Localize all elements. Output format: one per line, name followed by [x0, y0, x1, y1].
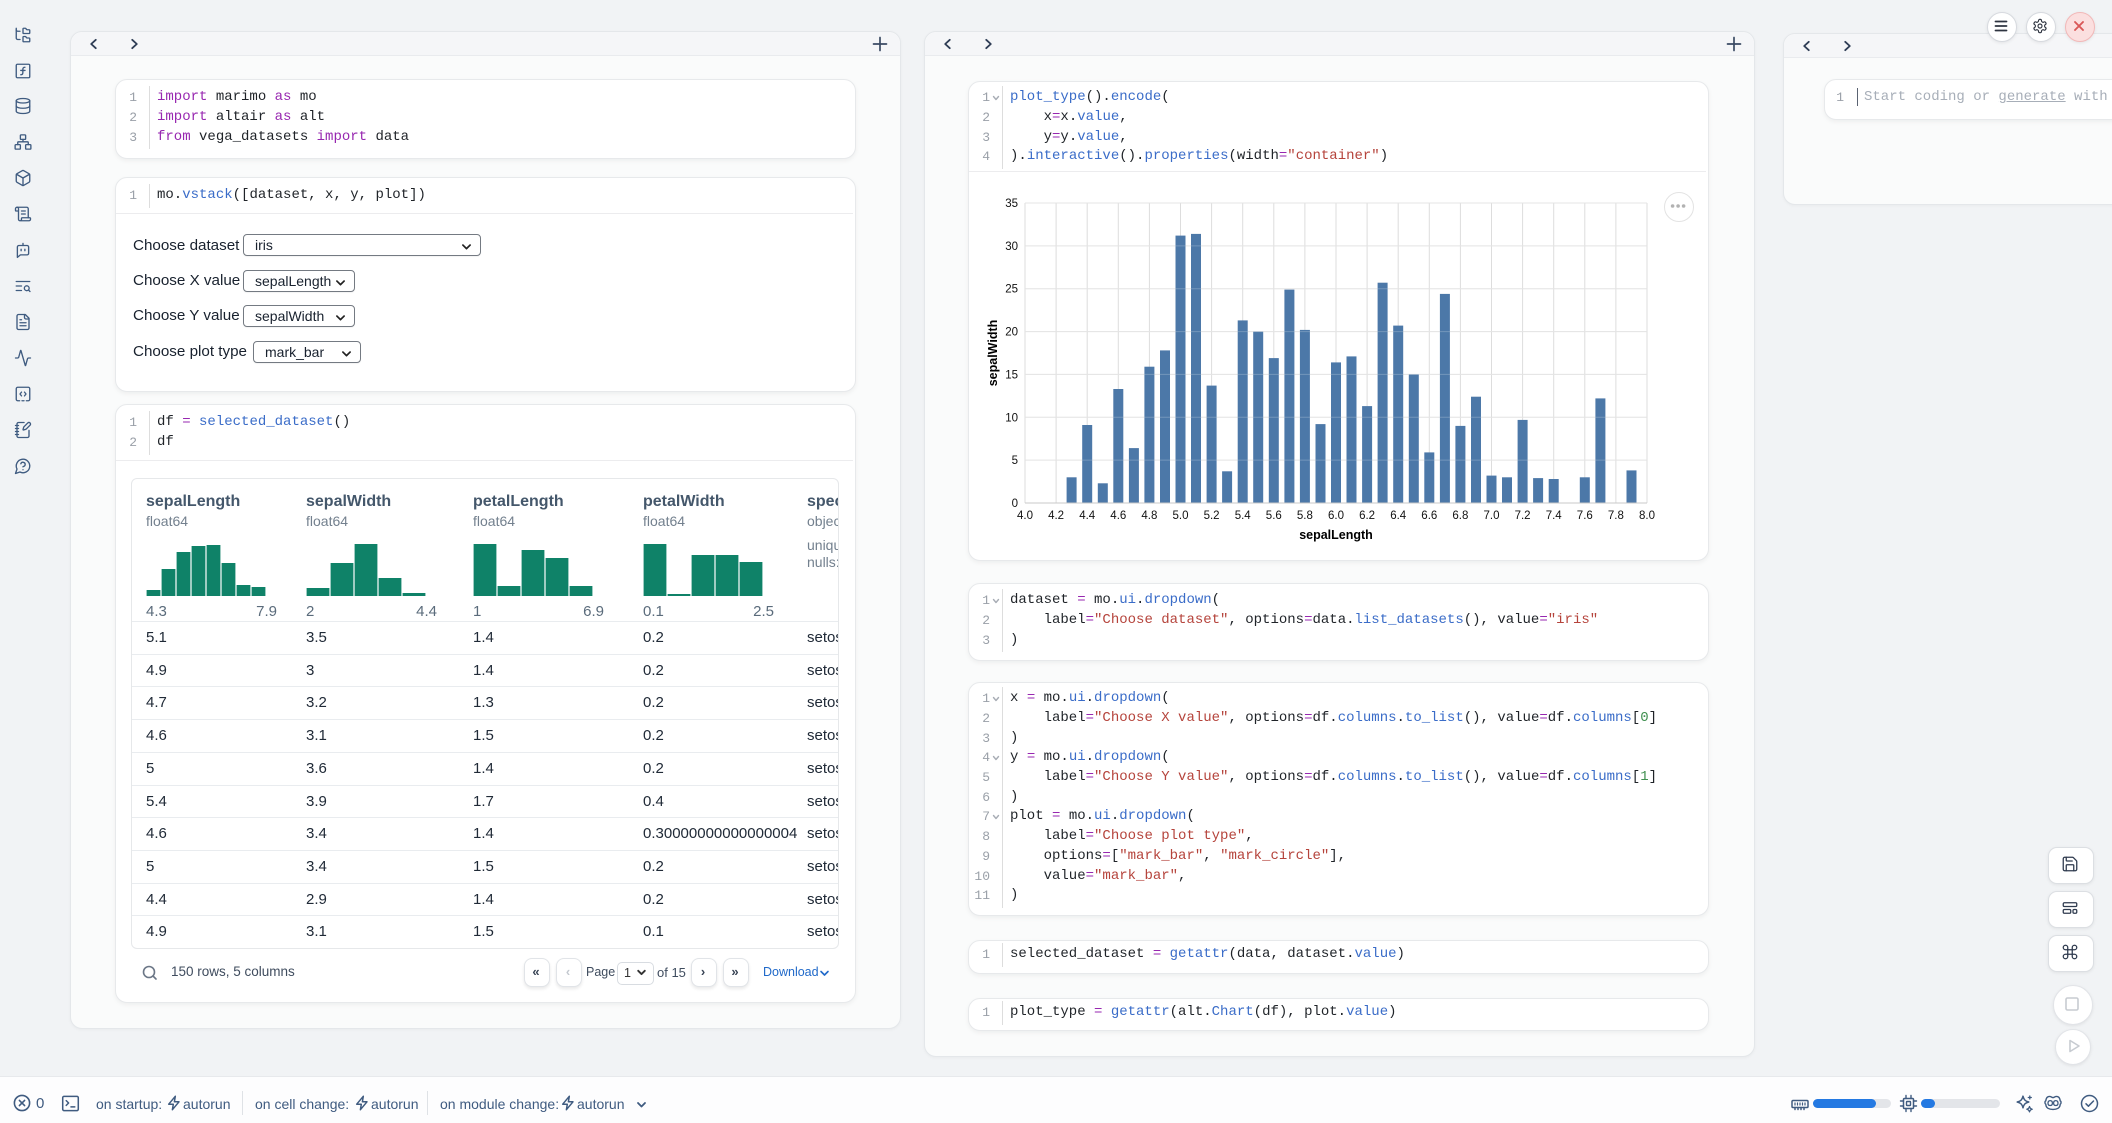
svg-text:7.8: 7.8: [1608, 510, 1624, 522]
svg-text:sepalWidth: sepalWidth: [986, 320, 1000, 387]
svg-text:5.0: 5.0: [1173, 510, 1189, 522]
svg-text:0: 0: [1012, 498, 1018, 510]
svg-text:6.6: 6.6: [1421, 510, 1437, 522]
svg-text:7.0: 7.0: [1484, 510, 1500, 522]
svg-text:4.4: 4.4: [1079, 510, 1096, 522]
svg-text:25: 25: [1005, 284, 1018, 296]
svg-text:7.4: 7.4: [1546, 510, 1563, 522]
svg-text:5.6: 5.6: [1266, 510, 1282, 522]
svg-text:4.0: 4.0: [1017, 510, 1033, 522]
svg-text:7.2: 7.2: [1515, 510, 1531, 522]
svg-text:6.8: 6.8: [1452, 510, 1468, 522]
svg-text:5.4: 5.4: [1235, 510, 1252, 522]
svg-text:5.2: 5.2: [1204, 510, 1220, 522]
svg-text:10: 10: [1005, 412, 1018, 424]
svg-text:4.2: 4.2: [1048, 510, 1064, 522]
svg-text:30: 30: [1005, 241, 1018, 253]
svg-text:20: 20: [1005, 327, 1018, 339]
svg-text:6.0: 6.0: [1328, 510, 1344, 522]
svg-text:5.8: 5.8: [1297, 510, 1313, 522]
svg-text:8.0: 8.0: [1639, 510, 1655, 522]
svg-text:6.2: 6.2: [1359, 510, 1375, 522]
svg-text:15: 15: [1005, 369, 1018, 381]
svg-text:4.6: 4.6: [1110, 510, 1126, 522]
svg-text:6.4: 6.4: [1390, 510, 1407, 522]
svg-text:5: 5: [1012, 455, 1018, 467]
svg-text:sepalLength: sepalLength: [1299, 528, 1373, 542]
svg-text:4.8: 4.8: [1141, 510, 1157, 522]
svg-text:7.6: 7.6: [1577, 510, 1593, 522]
svg-text:35: 35: [1005, 198, 1018, 210]
